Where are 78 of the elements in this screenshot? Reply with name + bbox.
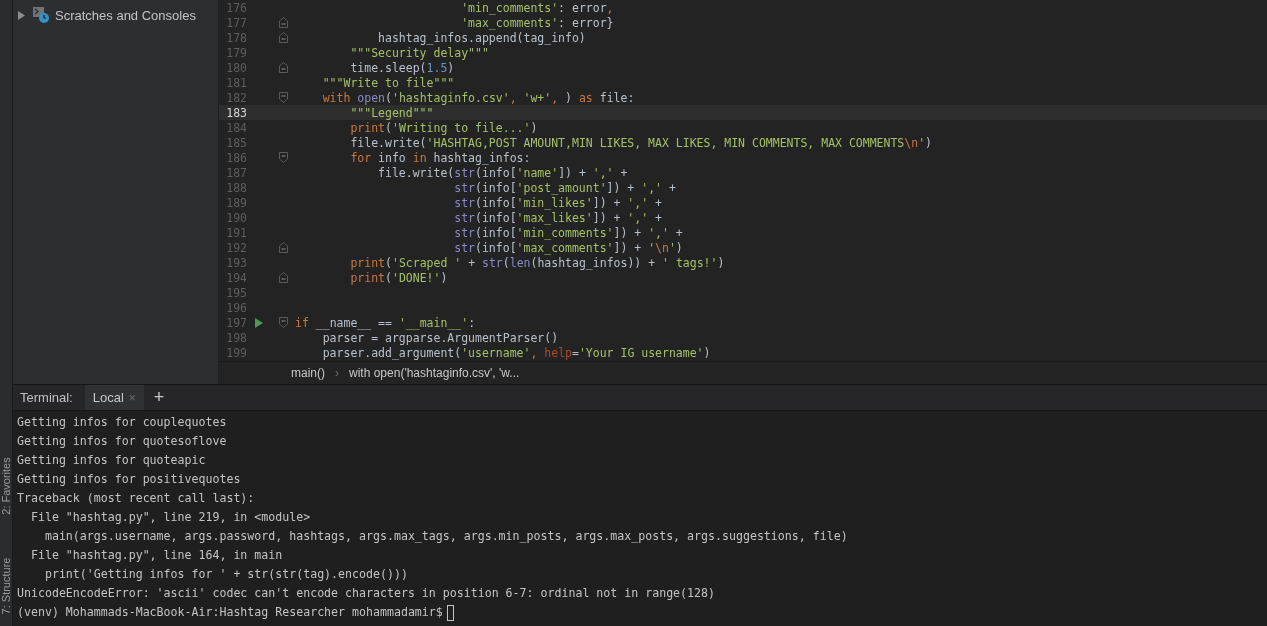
line-number: 196 xyxy=(225,300,247,315)
code-line: """Security delay""" xyxy=(349,45,489,60)
code-line: if __name__ == '__main__': xyxy=(295,315,476,330)
line-number: 189 xyxy=(225,195,247,210)
code-line: time.sleep(1.5) xyxy=(349,60,455,75)
line-number: 188 xyxy=(225,180,247,195)
code-line: hashtag_infos.append(tag_info) xyxy=(377,30,586,45)
code-line: """Legend""" xyxy=(349,105,434,120)
terminal-output-line: Getting infos for couplequotes xyxy=(17,414,228,431)
tree-item[interactable]: Scratches and Consoles xyxy=(55,7,196,23)
line-number: 192 xyxy=(225,240,247,255)
terminal-output-line: File "hashtag.py", line 219, in <module> xyxy=(29,509,312,526)
line-number: 178 xyxy=(225,30,247,45)
breadcrumb[interactable]: main() xyxy=(291,366,325,380)
fold-marker-icon[interactable] xyxy=(279,152,288,163)
line-number: 191 xyxy=(225,225,247,240)
tool-window-tab[interactable]: 2: Favorites xyxy=(0,452,12,520)
breadcrumb-separator: › xyxy=(335,366,339,380)
line-number: 181 xyxy=(225,75,247,90)
fold-marker-icon[interactable] xyxy=(279,92,288,103)
terminal-tab[interactable]: Local × xyxy=(84,385,144,410)
terminal-title: Terminal: xyxy=(19,390,74,405)
code-line: parser.add_argument('username', help='Your IG username') xyxy=(321,345,711,360)
code-line: print('Scraped ' + str(len(hashtag_infos)) + ' tags!') xyxy=(349,255,725,270)
code-line: for info in hashtag_infos: xyxy=(349,150,531,165)
fold-marker-icon[interactable] xyxy=(279,17,288,28)
code-line: str(info['post_amount']) + ',' + xyxy=(453,180,676,195)
line-number: 197 xyxy=(225,315,247,330)
fold-marker-icon[interactable] xyxy=(279,317,288,328)
fold-marker-icon[interactable] xyxy=(279,32,288,43)
line-number: 194 xyxy=(225,270,247,285)
code-line: print('DONE!') xyxy=(349,270,448,285)
terminal-output-line: Getting infos for quotesoflove xyxy=(17,433,228,450)
terminal-prompt: (venv) Mohammads-MacBook-Air:Hashtag Researcher mohammadamir$ xyxy=(17,604,443,621)
breadcrumb[interactable]: with open('hashtaginfo.csv', 'w... xyxy=(349,366,520,380)
line-number: 195 xyxy=(225,285,247,300)
line-number: 183 xyxy=(225,105,247,120)
code-line: str(info['max_comments']) + '\n') xyxy=(453,240,683,255)
terminal-output-line: Getting infos for quoteapic xyxy=(17,452,207,469)
code-line: file.write(str(info['name']) + ',' + xyxy=(377,165,628,180)
line-number: 199 xyxy=(225,345,247,360)
fold-marker-icon[interactable] xyxy=(279,62,288,73)
fold-marker-icon[interactable] xyxy=(279,272,288,283)
terminal-output-line: Traceback (most recent call last): xyxy=(17,490,256,507)
text-cursor xyxy=(446,604,454,621)
line-number: 190 xyxy=(225,210,247,225)
fold-marker-icon[interactable] xyxy=(279,242,288,253)
code-line: str(info['min_comments']) + ',' + xyxy=(453,225,683,240)
code-line: 'min_comments': error, xyxy=(460,0,614,15)
line-number: 198 xyxy=(225,330,247,345)
terminal-output-line: Getting infos for positivequotes xyxy=(17,471,242,488)
line-number: 186 xyxy=(225,150,247,165)
code-line: with open('hashtaginfo.csv', 'w+', ) as file: xyxy=(321,90,635,105)
terminal-output-line: File "hashtag.py", line 164, in main xyxy=(29,547,284,564)
code-line: file.write('HASHTAG,POST AMOUNT,MIN LIKES, MAX LIKES, MIN COMMENTS, MAX COMMENTS\n') xyxy=(349,135,933,150)
code-line: parser = argparse.ArgumentParser() xyxy=(321,330,559,345)
terminal-output-line: main(args.username, args.password, hashtags, args.max_tags, args.min_posts, args.max_posts, args.suggestions, file) xyxy=(43,528,849,545)
code-line: """Write to file""" xyxy=(321,75,455,90)
terminal-output-line: print('Getting infos for ' + str(str(tag).encode())) xyxy=(43,566,409,583)
expand-arrow-icon[interactable] xyxy=(17,10,25,20)
line-number: 177 xyxy=(225,15,247,30)
line-number: 182 xyxy=(225,90,247,105)
tool-window-tab[interactable]: 7: Structure xyxy=(0,552,12,620)
code-line: str(info['min_likes']) + ',' + xyxy=(453,195,662,210)
line-number: 187 xyxy=(225,165,247,180)
line-number: 185 xyxy=(225,135,247,150)
terminal-output-line: UnicodeEncodeError: 'ascii' codec can't encode characters in position 6-7: ordinal not in range(128) xyxy=(17,585,716,602)
code-line: print('Writing to file...') xyxy=(349,120,538,135)
line-number: 184 xyxy=(225,120,247,135)
line-number: 176 xyxy=(225,0,247,15)
code-line: str(info['max_likes']) + ',' + xyxy=(453,210,662,225)
line-number: 180 xyxy=(225,60,247,75)
console-clock-icon xyxy=(33,7,49,23)
code-line: 'max_comments': error} xyxy=(460,15,614,30)
add-tab-button[interactable]: + xyxy=(153,387,165,408)
line-number: 179 xyxy=(225,45,247,60)
run-icon[interactable] xyxy=(255,317,263,328)
line-number: 193 xyxy=(225,255,247,270)
